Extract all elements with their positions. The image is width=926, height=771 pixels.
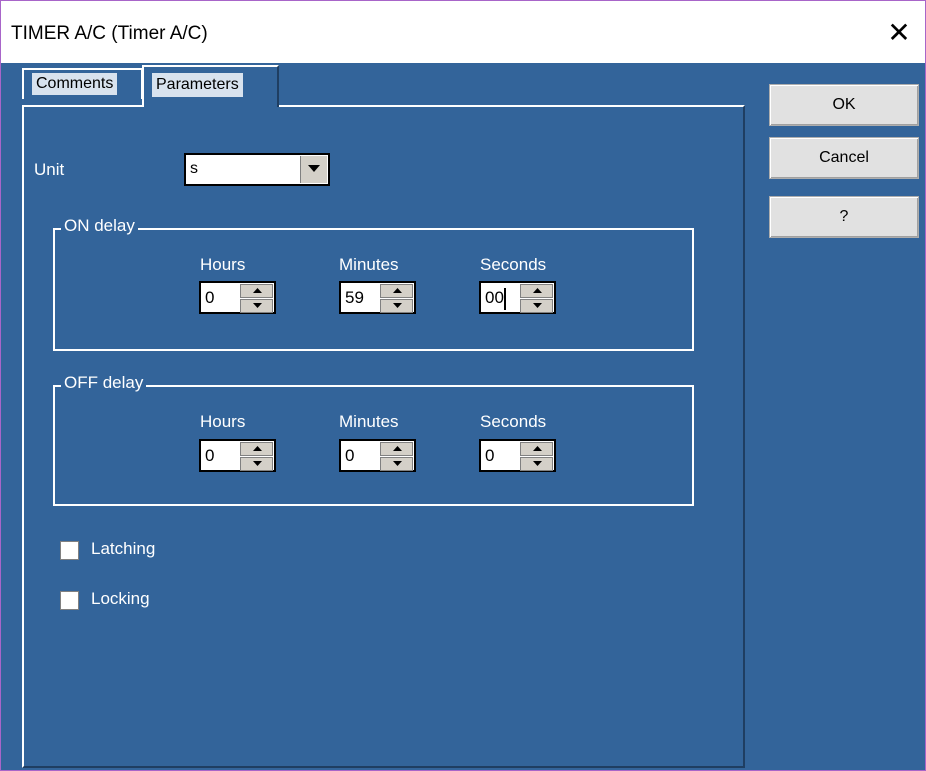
spin-down-button[interactable] [380, 299, 413, 313]
caret-up-icon [253, 446, 262, 451]
tab-parameters-label: Parameters [152, 73, 243, 97]
tab-parameters[interactable]: Parameters [142, 65, 279, 107]
caret-up-icon [253, 288, 262, 293]
off-seconds-value: 0 [485, 446, 495, 465]
spin-up-button[interactable] [240, 284, 273, 298]
on-delay-title: ON delay [61, 216, 138, 236]
on-seconds-stepper[interactable]: 00 [479, 281, 556, 314]
spin-up-button[interactable] [240, 442, 273, 456]
locking-checkbox[interactable] [60, 591, 79, 610]
spin-up-button[interactable] [520, 284, 553, 298]
text-cursor [504, 288, 506, 310]
caret-up-icon [533, 446, 542, 451]
locking-label: Locking [91, 589, 150, 608]
off-minutes-stepper[interactable]: 0 [339, 439, 416, 472]
latching-label: Latching [91, 539, 156, 558]
cancel-button[interactable]: Cancel [769, 137, 919, 179]
caret-down-icon [393, 461, 402, 466]
on-hours-stepper[interactable]: 0 [199, 281, 276, 314]
unit-label: Unit [34, 160, 65, 179]
off-seconds-spin-buttons[interactable] [520, 442, 553, 471]
off-hours-stepper[interactable]: 0 [199, 439, 276, 472]
spin-down-button[interactable] [520, 457, 553, 471]
off-minutes-value: 0 [345, 446, 355, 465]
spin-down-button[interactable] [520, 299, 553, 313]
off-hours-spin-buttons[interactable] [240, 442, 273, 471]
caret-down-icon [533, 303, 542, 308]
close-icon[interactable]: ✕ [881, 15, 917, 51]
caret-up-icon [393, 288, 402, 293]
tab-panel-join [144, 104, 276, 108]
ok-button[interactable]: OK [769, 84, 919, 126]
spin-up-button[interactable] [380, 442, 413, 456]
on-hours-label: Hours [200, 255, 246, 274]
title-bar[interactable]: TIMER A/C (Timer A/C) ✕ [1, 1, 925, 63]
unit-select[interactable]: s [184, 153, 330, 186]
off-hours-value: 0 [205, 446, 215, 465]
chevron-down-icon [308, 165, 320, 172]
caret-down-icon [253, 303, 262, 308]
off-minutes-spin-buttons[interactable] [380, 442, 413, 471]
tab-comments-label: Comments [32, 73, 118, 95]
latching-checkbox[interactable] [60, 541, 79, 560]
on-hours-spin-buttons[interactable] [240, 284, 273, 313]
off-seconds-stepper[interactable]: 0 [479, 439, 556, 472]
off-seconds-label: Seconds [480, 412, 547, 431]
window-title: TIMER A/C (Timer A/C) [11, 23, 208, 44]
caret-down-icon [393, 303, 402, 308]
off-hours-label: Hours [200, 412, 246, 431]
spin-down-button[interactable] [240, 457, 273, 471]
spin-down-button[interactable] [240, 299, 273, 313]
on-hours-value: 0 [205, 288, 215, 307]
on-seconds-value: 00 [485, 288, 504, 307]
help-button[interactable]: ? [769, 196, 919, 238]
spin-up-button[interactable] [520, 442, 553, 456]
tab-comments[interactable]: Comments [22, 68, 143, 99]
on-minutes-value: 59 [345, 288, 364, 307]
caret-down-icon [253, 461, 262, 466]
on-minutes-spin-buttons[interactable] [380, 284, 413, 313]
off-delay-title: OFF delay [61, 373, 147, 393]
caret-up-icon [533, 288, 542, 293]
on-minutes-label: Minutes [339, 255, 399, 274]
timer-dialog: TIMER A/C (Timer A/C) ✕ Comments Paramet… [0, 0, 926, 771]
unit-dropdown-button[interactable] [300, 156, 327, 183]
caret-up-icon [393, 446, 402, 451]
unit-select-value: s [190, 160, 198, 177]
off-minutes-label: Minutes [339, 412, 399, 431]
spin-down-button[interactable] [380, 457, 413, 471]
spin-up-button[interactable] [380, 284, 413, 298]
caret-down-icon [533, 461, 542, 466]
on-seconds-label: Seconds [480, 255, 547, 274]
on-minutes-stepper[interactable]: 59 [339, 281, 416, 314]
on-seconds-spin-buttons[interactable] [520, 284, 553, 313]
